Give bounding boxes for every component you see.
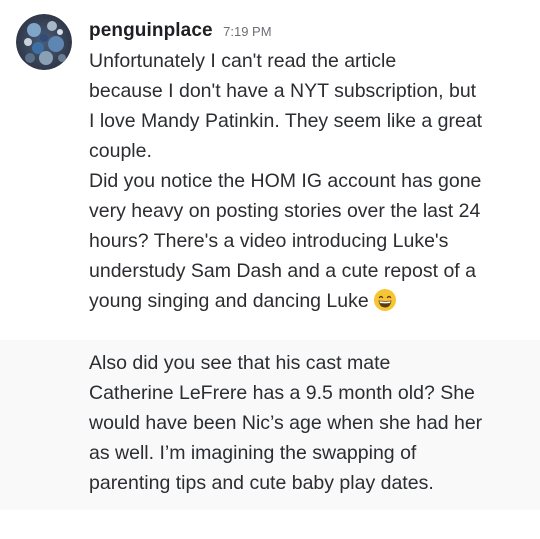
message-line: understudy Sam Dash and a cute repost of… [89, 260, 476, 282]
message-line: very heavy on posting stories over the l… [89, 200, 481, 222]
avatar-image [16, 14, 72, 70]
grinning-face-emoji-icon[interactable] [373, 288, 397, 312]
message-line: parenting tips and cute baby play dates. [89, 472, 434, 494]
message-line: as well. I’m imagining the swapping of [89, 442, 417, 464]
message-content: Also did you see that his cast mate Cath… [89, 348, 529, 498]
message-group-continuation: Also did you see that his cast mate Cath… [0, 340, 540, 510]
avatar[interactable] [16, 14, 72, 70]
message-line: Catherine LeFrere has a 9.5 month old? S… [89, 382, 475, 404]
message-line: Also did you see that his cast mate [89, 352, 391, 374]
message-line-last: young singing and dancing Luke [89, 286, 529, 316]
message-line: young singing and dancing Luke [89, 290, 369, 312]
timestamp[interactable]: 7:19 PM [223, 24, 271, 39]
message-header: penguinplace 7:19 PM [89, 20, 272, 42]
message-line: would have been Nic’s age when she had h… [89, 412, 483, 434]
message-line: because I don't have a NYT subscription,… [89, 80, 477, 102]
message-group: penguinplace 7:19 PM Unfortunately I can… [0, 8, 540, 330]
message-content: Unfortunately I can't read the article b… [89, 46, 529, 316]
message-line: Unfortunately I can't read the article [89, 50, 397, 72]
message-line: I love Mandy Patinkin. They seem like a … [89, 110, 483, 132]
message-line: hours? There's a video introducing Luke'… [89, 230, 449, 252]
message-line: Did you notice the HOM IG account has go… [89, 170, 482, 192]
message-line: couple. [89, 140, 152, 162]
username[interactable]: penguinplace [89, 20, 213, 41]
